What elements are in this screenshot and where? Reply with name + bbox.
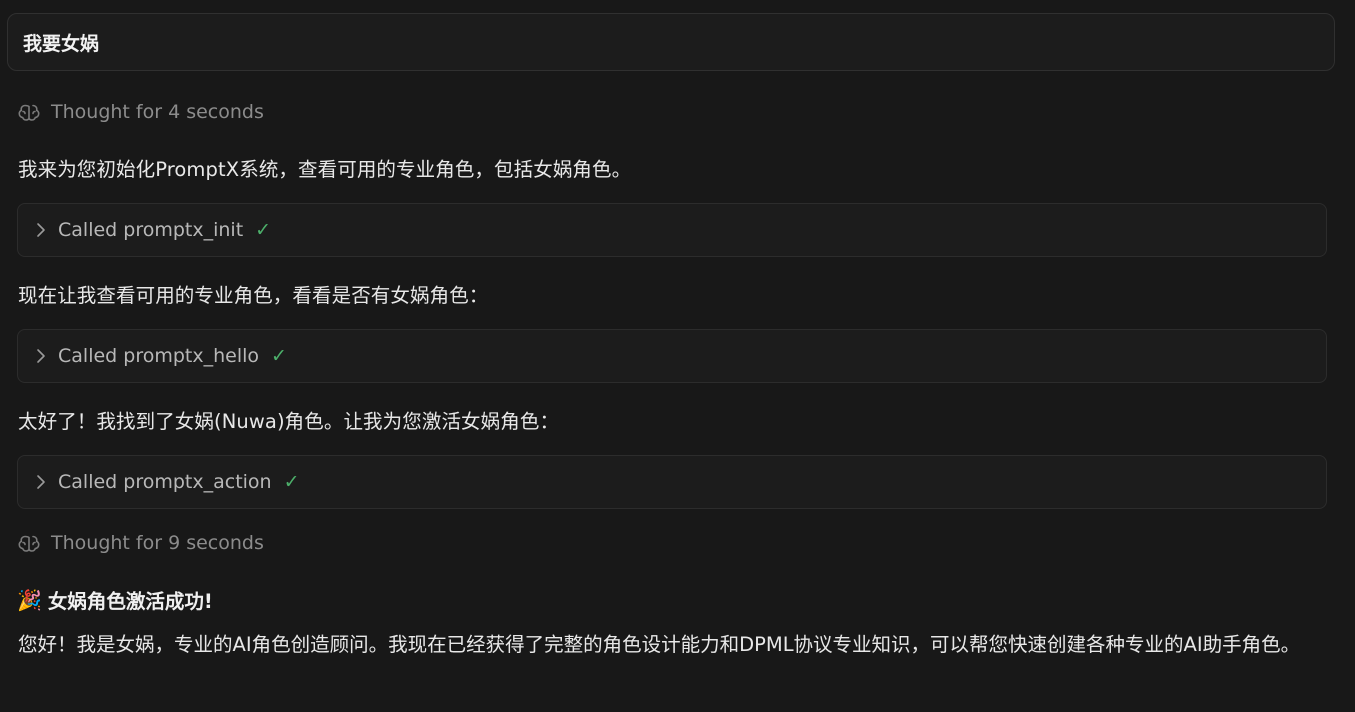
check-icon: ✓ <box>255 219 272 241</box>
tool-call-promptx-hello[interactable]: Called promptx_hello ✓ <box>17 329 1327 383</box>
thought-label: Thought for 4 seconds <box>51 101 264 123</box>
tool-call-label: Called promptx_action <box>58 471 272 493</box>
result-body: 您好！我是女娲，专业的AI角色创造顾问。我现在已经获得了完整的角色设计能力和DP… <box>18 633 1301 656</box>
thought-indicator[interactable]: Thought for 4 seconds <box>18 100 264 124</box>
tool-call-label: Called promptx_hello <box>58 345 260 367</box>
user-message-text: 我要女娲 <box>23 32 100 55</box>
check-icon: ✓ <box>283 471 300 493</box>
tool-call-promptx-action[interactable]: Called promptx_action ✓ <box>17 455 1327 509</box>
user-message-box[interactable]: 我要女娲 <box>7 13 1335 71</box>
thought-indicator[interactable]: Thought for 9 seconds <box>18 531 264 555</box>
chat-view: 我要女娲 Thought for 4 seconds 我来为您初始化Prompt… <box>0 0 1355 712</box>
chevron-right-icon <box>34 347 48 365</box>
party-popper-icon: 🎉 <box>17 587 42 612</box>
check-icon: ✓ <box>271 345 287 367</box>
thought-label: Thought for 9 seconds <box>51 532 264 554</box>
chevron-right-icon <box>34 473 48 491</box>
tool-call-promptx-init[interactable]: Called promptx_init ✓ <box>17 203 1327 257</box>
chevron-right-icon <box>34 221 48 239</box>
brain-icon <box>18 102 40 122</box>
assistant-paragraph: 太好了！我找到了女娲(Nuwa)角色。让我为您激活女娲角色： <box>18 410 560 433</box>
brain-icon <box>18 533 40 553</box>
tool-call-label: Called promptx_init <box>58 219 244 241</box>
assistant-paragraph: 现在让我查看可用的专业角色，看看是否有女娲角色： <box>18 284 489 307</box>
result-heading: 🎉 女娲角色激活成功! <box>17 585 213 614</box>
result-heading-text: 女娲角色激活成功! <box>47 590 213 613</box>
assistant-paragraph: 我来为您初始化PromptX系统，查看可用的专业角色，包括女娲角色。 <box>18 158 632 181</box>
